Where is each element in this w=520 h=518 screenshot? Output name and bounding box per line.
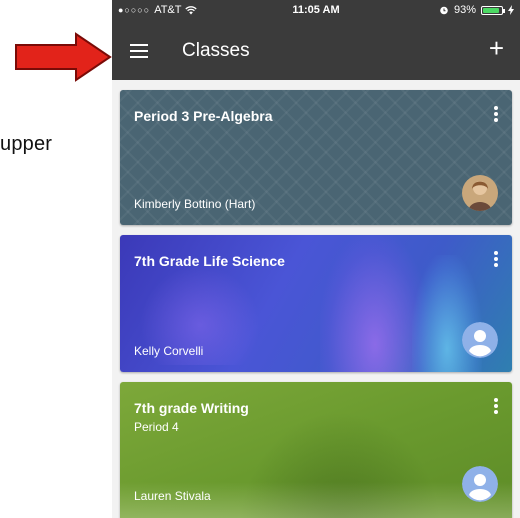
class-title: 7th grade Writing [134, 400, 249, 416]
more-options-icon[interactable] [494, 398, 498, 416]
phone-screen: ●○○○○ AT&T 11:05 AM 93% Classes + Period… [112, 0, 520, 518]
default-avatar-icon [462, 466, 498, 502]
add-class-button[interactable]: + [489, 35, 504, 61]
battery-percent: 93% [453, 4, 476, 16]
class-card-life-science[interactable]: 7th Grade Life Science Kelly Corvelli [120, 235, 512, 372]
status-bar: ●○○○○ AT&T 11:05 AM 93% [112, 0, 520, 22]
red-arrow-icon [15, 32, 112, 82]
more-options-icon[interactable] [494, 106, 498, 124]
alarm-icon [440, 6, 448, 15]
class-card-writing[interactable]: 7th grade Writing Period 4 Lauren Stival… [120, 382, 512, 518]
hamburger-menu-icon[interactable] [130, 44, 148, 58]
teacher-name: Lauren Stivala [134, 489, 211, 503]
teacher-name: Kimberly Bottino (Hart) [134, 197, 256, 211]
class-card-pre-algebra[interactable]: Period 3 Pre-Algebra Kimberly Bottino (H… [120, 90, 512, 225]
annotation-text: upper [0, 133, 53, 155]
app-bar: Classes + [112, 22, 520, 80]
battery-icon [481, 5, 505, 15]
class-title: Period 3 Pre-Algebra [134, 108, 273, 124]
page-title: Classes [182, 40, 250, 61]
class-subtitle: Period 4 [134, 420, 179, 434]
charging-icon [508, 5, 514, 15]
default-avatar-icon [462, 322, 498, 358]
teacher-name: Kelly Corvelli [134, 344, 204, 358]
more-options-icon[interactable] [494, 251, 498, 269]
class-title: 7th Grade Life Science [134, 253, 285, 269]
teacher-avatar [462, 175, 498, 211]
